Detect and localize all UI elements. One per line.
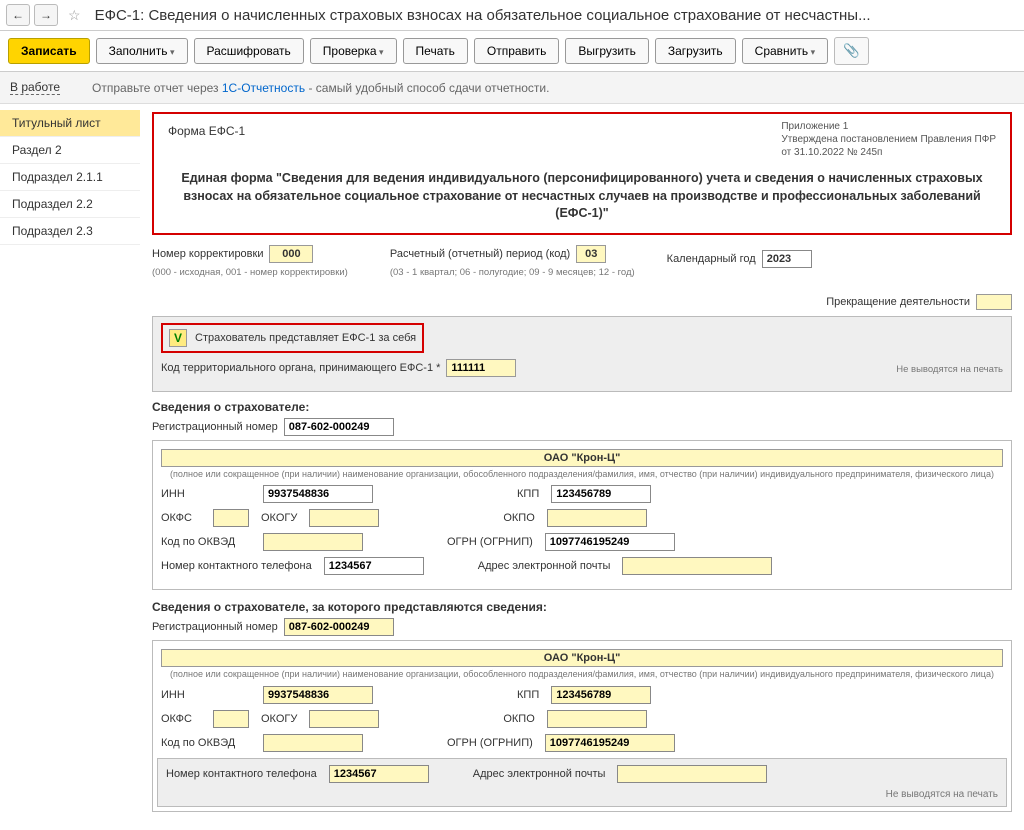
termination-field[interactable] — [976, 294, 1012, 310]
link-1c[interactable]: 1С-Отчетность — [222, 81, 305, 95]
period-value[interactable]: 03 — [576, 245, 606, 263]
insurer2-title: Сведения о страхователе, за которого пре… — [152, 600, 1012, 614]
header-red-box: Приложение 1 Утверждена постановлением П… — [152, 112, 1012, 235]
sidebar-item-sub22[interactable]: Подраздел 2.2 — [0, 191, 140, 218]
fill-button[interactable]: Заполнить — [96, 38, 188, 64]
inn2-input[interactable] — [263, 686, 373, 704]
org-hint: (полное или сокращенное (при наличии) на… — [161, 469, 1003, 480]
main-title: Единая форма "Сведения для ведения индив… — [168, 170, 996, 223]
sidebar-item-sub23[interactable]: Подраздел 2.3 — [0, 218, 140, 245]
insurer-title: Сведения о страхователе: — [152, 400, 1012, 414]
phone-label: Номер контактного телефона — [161, 560, 312, 572]
ogrn2-label: ОГРН (ОГРНИП) — [447, 737, 533, 749]
correction-hint: (000 - исходная, 001 - номер корректиров… — [152, 267, 348, 278]
kpp2-input[interactable] — [551, 686, 651, 704]
self-red-box: V Страхователь представляет ЕФС-1 за себ… — [161, 323, 424, 353]
okpo-input[interactable] — [547, 509, 647, 527]
ogrn-label: ОГРН (ОГРНИП) — [447, 536, 533, 548]
insurer2-box: ОАО "Крон-Ц" (полное или сокращенное (пр… — [152, 640, 1012, 812]
unload-button[interactable]: Выгрузить — [565, 38, 649, 64]
gray-box-1: V Страхователь представляет ЕФС-1 за себ… — [152, 316, 1012, 392]
email2-label: Адрес электронной почты — [473, 768, 606, 780]
period-label: Расчетный (отчетный) период (код) — [390, 248, 570, 260]
correction-row: Номер корректировки 000 (000 - исходная,… — [152, 245, 1012, 278]
phone2-input[interactable] — [329, 765, 429, 783]
reg2-input[interactable] — [284, 618, 394, 636]
okpo-label: ОКПО — [503, 512, 534, 524]
compare-button[interactable]: Сравнить — [742, 38, 829, 64]
sidebar: Титульный лист Раздел 2 Подраздел 2.1.1 … — [0, 104, 140, 830]
org-name[interactable]: ОАО "Крон-Ц" — [161, 449, 1003, 467]
no-print-2: Не выводятся на печать — [166, 789, 998, 800]
okogu2-input[interactable] — [309, 710, 379, 728]
reg2-label: Регистрационный номер — [152, 621, 278, 633]
forward-button[interactable]: → — [34, 4, 58, 26]
checkbox-self[interactable]: V — [169, 329, 187, 347]
okogu-label: ОКОГУ — [261, 512, 297, 524]
kpp2-label: КПП — [517, 689, 539, 701]
inn-input[interactable] — [263, 485, 373, 503]
year-value[interactable]: 2023 — [762, 250, 812, 268]
insurer-box: ОАО "Крон-Ц" (полное или сокращенное (пр… — [152, 440, 1012, 591]
print-button[interactable]: Печать — [403, 38, 468, 64]
period-hint: (03 - 1 квартал; 06 - полугодие; 09 - 9 … — [390, 267, 635, 278]
okogu2-label: ОКОГУ — [261, 713, 297, 725]
code-terr-label: Код территориального органа, принимающег… — [161, 362, 440, 374]
favorite-icon[interactable]: ☆ — [68, 7, 81, 24]
kpp-input[interactable] — [551, 485, 651, 503]
sidebar-item-title[interactable]: Титульный лист — [0, 110, 140, 137]
ogrn-input[interactable] — [545, 533, 675, 551]
okfs2-label: ОКФС — [161, 713, 201, 725]
correction-value[interactable]: 000 — [269, 245, 313, 263]
org2-hint: (полное или сокращенное (при наличии) на… — [161, 669, 1003, 680]
attach-button[interactable]: 📎 — [834, 37, 869, 65]
load-button[interactable]: Загрузить — [655, 38, 736, 64]
inn-label: ИНН — [161, 488, 251, 500]
okfs-input[interactable] — [213, 509, 249, 527]
okved2-label: Код по ОКВЭД — [161, 737, 251, 749]
reg-num-label: Регистрационный номер — [152, 421, 278, 433]
email2-input[interactable] — [617, 765, 767, 783]
check-button[interactable]: Проверка — [310, 38, 397, 64]
org2-name[interactable]: ОАО "Крон-Ц" — [161, 649, 1003, 667]
inn2-label: ИНН — [161, 689, 251, 701]
phone2-label: Номер контактного телефона — [166, 768, 317, 780]
sidebar-item-sub211[interactable]: Подраздел 2.1.1 — [0, 164, 140, 191]
okogu-input[interactable] — [309, 509, 379, 527]
self-label: Страхователь представляет ЕФС-1 за себя — [195, 332, 416, 344]
reg-num-input[interactable] — [284, 418, 394, 436]
sidebar-item-section2[interactable]: Раздел 2 — [0, 137, 140, 164]
status-text: Отправьте отчет через 1С-Отчетность - са… — [92, 81, 549, 95]
back-button[interactable]: ← — [6, 4, 30, 26]
page-title: ЕФС-1: Сведения о начисленных страховых … — [95, 7, 871, 24]
paperclip-icon: 📎 — [843, 43, 860, 58]
email-input[interactable] — [622, 557, 772, 575]
okpo2-input[interactable] — [547, 710, 647, 728]
okpo2-label: ОКПО — [503, 713, 534, 725]
code-terr-input[interactable] — [446, 359, 516, 377]
okfs-label: ОКФС — [161, 512, 201, 524]
no-print-1: Не выводятся на печать — [896, 364, 1003, 375]
phone-input[interactable] — [324, 557, 424, 575]
kpp-label: КПП — [517, 488, 539, 500]
approval-block: Приложение 1 Утверждена постановлением П… — [781, 120, 996, 159]
email-label: Адрес электронной почты — [478, 560, 611, 572]
okfs2-input[interactable] — [213, 710, 249, 728]
okved-label: Код по ОКВЭД — [161, 536, 251, 548]
record-button[interactable]: Записать — [8, 38, 90, 64]
okved2-input[interactable] — [263, 734, 363, 752]
send-button[interactable]: Отправить — [474, 38, 560, 64]
status-inwork[interactable]: В работе — [10, 80, 60, 95]
ogrn2-input[interactable] — [545, 734, 675, 752]
okved-input[interactable] — [263, 533, 363, 551]
year-label: Календарный год — [667, 253, 756, 265]
correction-label: Номер корректировки — [152, 248, 263, 260]
termination-label: Прекращение деятельности — [826, 296, 970, 308]
decipher-button[interactable]: Расшифровать — [194, 38, 304, 64]
